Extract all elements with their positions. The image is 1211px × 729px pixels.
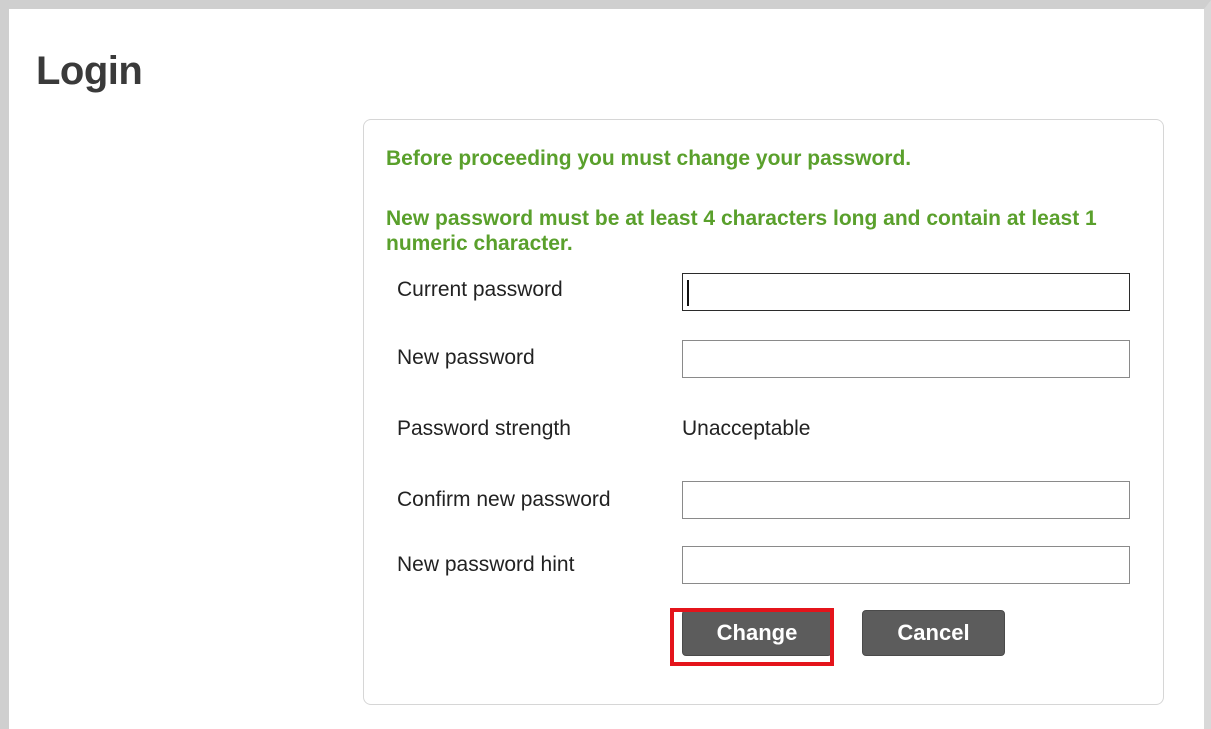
password-strength-label: Password strength bbox=[397, 417, 571, 440]
text-caret bbox=[687, 280, 689, 306]
password-rules-notice: New password must be at least 4 characte… bbox=[386, 207, 1097, 255]
new-password-input[interactable] bbox=[682, 340, 1130, 378]
page-title: Login bbox=[36, 49, 143, 93]
new-password-hint-input[interactable] bbox=[682, 546, 1130, 584]
current-password-input[interactable] bbox=[682, 273, 1130, 311]
change-button[interactable]: Change bbox=[682, 610, 832, 656]
new-password-label: New password bbox=[397, 346, 535, 369]
window-frame: Login Before proceeding you must change … bbox=[0, 0, 1211, 729]
change-password-panel: Before proceeding you must change your p… bbox=[363, 119, 1164, 705]
confirm-new-password-input[interactable] bbox=[682, 481, 1130, 519]
new-password-hint-label: New password hint bbox=[397, 553, 575, 576]
password-strength-value: Unacceptable bbox=[682, 417, 811, 440]
password-change-notice: Before proceeding you must change your p… bbox=[386, 147, 912, 170]
current-password-label: Current password bbox=[397, 278, 563, 301]
cancel-button[interactable]: Cancel bbox=[862, 610, 1005, 656]
confirm-new-password-label: Confirm new password bbox=[397, 488, 611, 511]
